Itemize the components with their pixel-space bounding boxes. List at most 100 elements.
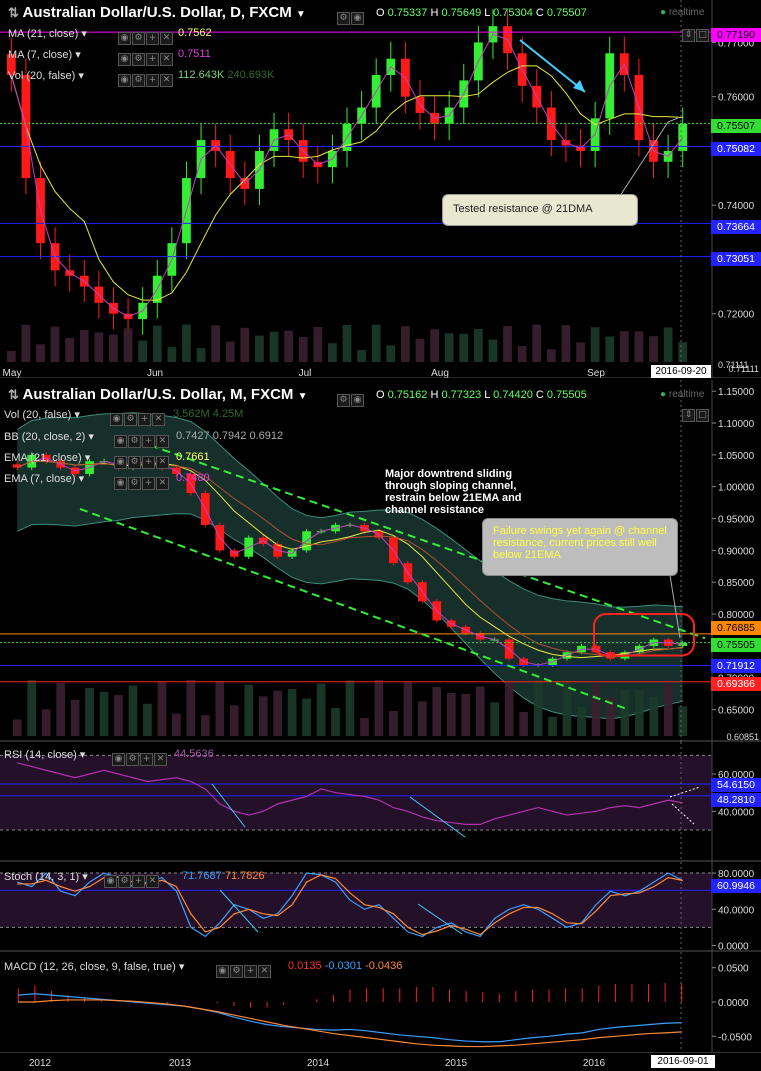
close-icon[interactable]: ✕ xyxy=(156,456,169,469)
scroll-lock-icon[interactable]: ⇕ xyxy=(682,29,695,42)
add-icon[interactable]: + xyxy=(132,875,145,888)
settings-icon[interactable]: ⚙ xyxy=(128,435,141,448)
stoch-legend[interactable]: Stoch (14, 3, 1) ▾ xyxy=(4,870,88,883)
daily-x-tick-label: Jul xyxy=(299,368,312,378)
close-icon[interactable]: ✕ xyxy=(156,435,169,448)
daily-date-badge: 2016-09-20 xyxy=(651,365,711,378)
monthly-volume-bar xyxy=(41,709,51,736)
eye-icon[interactable]: ◉ xyxy=(118,53,131,66)
add-icon[interactable]: + xyxy=(142,456,155,469)
stoch-panel[interactable]: 80.0000 40.0000 0.0000 Stoch (14, 3, 1) ▾ … xyxy=(0,862,761,952)
settings-icon[interactable]: ⚙ xyxy=(128,456,141,469)
eye-icon[interactable]: ◉ xyxy=(114,456,127,469)
monthly-volume-bar xyxy=(70,699,80,736)
settings-icon[interactable]: ⚙ xyxy=(132,74,145,87)
eye-icon[interactable]: ◉ xyxy=(351,12,364,25)
settings-icon[interactable]: ⚙ xyxy=(230,965,243,978)
monthly-y-tick-label: 1.15000 xyxy=(718,387,755,398)
monthly-volume-bar xyxy=(649,697,659,736)
eye-icon[interactable]: ◉ xyxy=(114,435,127,448)
eye-icon[interactable]: ◉ xyxy=(112,753,125,766)
monthly-volume-bar xyxy=(504,681,514,736)
close-icon[interactable]: ✕ xyxy=(258,965,271,978)
monthly-volume-bar xyxy=(403,682,413,736)
price-tag-monthly-0: 0.76885 xyxy=(711,621,761,635)
maximize-icon[interactable]: □ xyxy=(696,29,709,42)
settings-icon[interactable]: ⚙ xyxy=(126,753,139,766)
monthly-volume-bar xyxy=(374,680,384,736)
monthly-chart-panel[interactable]: 1.15000 1.10000 1.05000 1.00000 0.95000 0.900… xyxy=(0,380,761,742)
settings-icon[interactable]: ⚙ xyxy=(128,477,141,490)
monthly-chart-title[interactable]: ⇅ Australian Dollar/U.S. Dollar, M, FXCM… xyxy=(8,386,308,403)
monthly-last-tick-label: 0.60851 xyxy=(726,732,759,742)
daily-volume-bar xyxy=(459,333,469,362)
close-icon[interactable]: ✕ xyxy=(156,477,169,490)
monthly-ema21-legend[interactable]: EMA (21, close) ▾ xyxy=(4,451,90,464)
scroll-lock-icon[interactable]: ⇕ xyxy=(682,409,695,422)
eye-icon[interactable]: ◉ xyxy=(351,394,364,407)
rsi-legend[interactable]: RSI (14, close) ▾ xyxy=(4,748,85,761)
daily-ma21-legend[interactable]: MA (21, close) ▾ xyxy=(8,27,87,40)
settings-icon[interactable]: ⚙ xyxy=(337,394,350,407)
eye-icon[interactable]: ◉ xyxy=(118,32,131,45)
close-icon[interactable]: ✕ xyxy=(160,74,173,87)
macd-y-tick-label: 0.0000 xyxy=(718,998,749,1009)
daily-volume-bar xyxy=(6,351,16,362)
settings-icon[interactable]: ⚙ xyxy=(132,53,145,66)
add-icon[interactable]: + xyxy=(142,435,155,448)
macd-legend[interactable]: MACD (12, 26, close, 9, false, true) ▾ xyxy=(4,960,184,973)
add-icon[interactable]: + xyxy=(244,965,257,978)
settings-icon[interactable]: ⚙ xyxy=(337,12,350,25)
eye-icon[interactable]: ◉ xyxy=(114,477,127,490)
add-icon[interactable]: + xyxy=(146,53,159,66)
add-icon[interactable]: + xyxy=(146,74,159,87)
monthly-volume-bar xyxy=(345,680,355,736)
add-icon[interactable]: + xyxy=(146,32,159,45)
close-icon[interactable]: ✕ xyxy=(160,53,173,66)
add-icon[interactable]: + xyxy=(142,477,155,490)
daily-ma7-legend[interactable]: MA (7, close) ▾ xyxy=(8,48,81,61)
eye-icon[interactable]: ◉ xyxy=(118,74,131,87)
rsi-panel[interactable]: 60.0000 40.0000 RSI (14, close) ▾ ◉ ⚙ + ✕ 44… xyxy=(0,742,761,862)
close-icon[interactable]: ✕ xyxy=(154,753,167,766)
daily-x-tick-label: May xyxy=(3,368,22,378)
close-icon[interactable]: ✕ xyxy=(160,32,173,45)
stoch-buttons: ◉ ⚙ + ✕ xyxy=(104,870,160,888)
add-icon[interactable]: + xyxy=(140,753,153,766)
daily-vol-legend[interactable]: Vol (20, false) ▾ xyxy=(8,69,84,82)
daily-volume-bar xyxy=(50,326,60,362)
monthly-bb-legend[interactable]: BB (20, close, 2) ▾ xyxy=(4,430,94,443)
daily-volume-bar xyxy=(401,326,410,362)
price-tag-monthly-3: 0.69366 xyxy=(711,677,761,691)
daily-volume-bar xyxy=(65,337,75,362)
monthly-ema7-legend[interactable]: EMA (7, close) ▾ xyxy=(4,472,84,485)
monthly-vol-legend[interactable]: Vol (20, false) ▾ xyxy=(4,408,80,421)
daily-volume-bar xyxy=(386,345,396,362)
settings-icon[interactable]: ⚙ xyxy=(118,875,131,888)
price-tag-daily-0: 0.77190 xyxy=(711,28,761,42)
close-icon[interactable]: ✕ xyxy=(152,413,165,426)
daily-chart-title[interactable]: ⇅ Australian Dollar/U.S. Dollar, D, FXCM… xyxy=(8,4,306,21)
monthly-date-badge: 2016-09-01 xyxy=(651,1055,715,1068)
maximize-icon[interactable]: □ xyxy=(696,409,709,422)
monthly-volume-bar xyxy=(302,698,311,736)
daily-ma7-buttons: ◉ ⚙ + ✕ xyxy=(118,48,174,66)
daily-volume-bar xyxy=(328,343,337,362)
monthly-y-tick-label: 0.65000 xyxy=(718,706,755,717)
eye-icon[interactable]: ◉ xyxy=(216,965,229,978)
settings-icon[interactable]: ⚙ xyxy=(124,413,137,426)
macd-panel[interactable]: 0.0500 0.0000 -0.0500 MACD (12, 26, close,… xyxy=(0,952,761,1052)
monthly-volume-bar xyxy=(244,684,254,736)
add-icon[interactable]: + xyxy=(138,413,151,426)
daily-volume-bar xyxy=(182,324,191,362)
price-tag-monthly-2: 0.71912 xyxy=(711,659,761,673)
daily-chart-panel[interactable]: 0.770000.760000.750000.740000.730000.720… xyxy=(0,0,761,378)
monthly-y-tick-label: 0.95000 xyxy=(718,515,755,526)
settings-icon[interactable]: ⚙ xyxy=(132,32,145,45)
close-icon[interactable]: ✕ xyxy=(146,875,159,888)
bottom-time-axis: 2012 2013 2014 2015 2016 2016-09-01 xyxy=(0,1052,761,1071)
eye-icon[interactable]: ◉ xyxy=(110,413,123,426)
daily-background xyxy=(0,0,761,378)
eye-icon[interactable]: ◉ xyxy=(104,875,117,888)
monthly-volume-bar xyxy=(446,692,456,736)
